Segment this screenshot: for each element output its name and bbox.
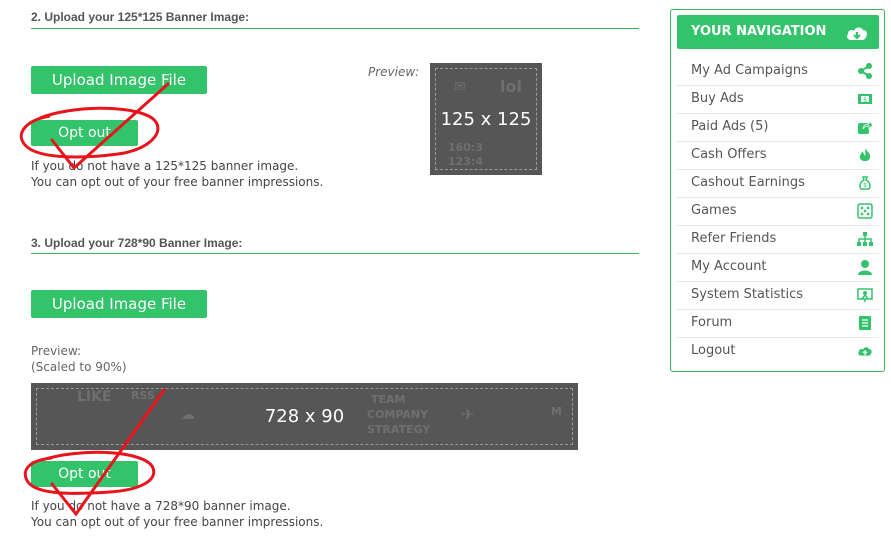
nav-item-label: Buy Ads bbox=[691, 91, 744, 106]
money-bag-icon: $ bbox=[857, 175, 873, 191]
note-125-line2: You can opt out of your free banner impr… bbox=[31, 175, 324, 189]
nav-item-system-statistics[interactable]: System Statistics bbox=[677, 282, 879, 310]
nav-item-games[interactable]: Games bbox=[677, 198, 879, 226]
nav-item-label: System Statistics bbox=[691, 287, 804, 302]
nav-item-cash-offers[interactable]: Cash Offers bbox=[677, 142, 879, 170]
book-icon bbox=[857, 315, 873, 331]
dice-icon bbox=[857, 203, 873, 219]
share-square-icon bbox=[857, 119, 873, 135]
nav-item-forum[interactable]: Forum bbox=[677, 310, 879, 338]
presentation-icon bbox=[857, 287, 873, 303]
preview-125-label: Preview: bbox=[368, 65, 420, 79]
section-125-title: 2. Upload your 125*125 Banner Image: bbox=[31, 10, 250, 24]
nav-item-label: Forum bbox=[691, 315, 733, 330]
banner-728-size-text: 728 x 90 bbox=[264, 406, 345, 427]
nav-item-label: My Ad Campaigns bbox=[691, 63, 808, 78]
svg-text:$: $ bbox=[863, 182, 867, 189]
navigation-list: My Ad Campaigns Buy Ads $ Paid Ads (5) C… bbox=[677, 58, 879, 366]
nav-item-my-account[interactable]: My Account bbox=[677, 254, 879, 282]
navigation-header: YOUR NAVIGATION bbox=[677, 15, 879, 49]
banner-728-preview: LIKE RSS ☁ TEAM COMPANY STRATEGY ✈ M 728… bbox=[31, 383, 578, 450]
sitemap-icon bbox=[857, 231, 873, 247]
preview-728-scale: (Scaled to 90%) bbox=[31, 360, 127, 374]
share-icon bbox=[857, 63, 873, 79]
navigation-header-label: YOUR NAVIGATION bbox=[691, 24, 827, 39]
nav-item-refer-friends[interactable]: Refer Friends bbox=[677, 226, 879, 254]
nav-item-label: Games bbox=[691, 203, 737, 218]
nav-item-my-ad-campaigns[interactable]: My Ad Campaigns bbox=[677, 58, 879, 86]
user-icon bbox=[857, 259, 873, 275]
upload-125-button[interactable]: Upload Image File bbox=[31, 66, 207, 94]
nav-item-paid-ads[interactable]: Paid Ads (5) bbox=[677, 114, 879, 142]
section-divider bbox=[31, 253, 639, 254]
nav-item-label: Logout bbox=[691, 343, 736, 358]
nav-item-buy-ads[interactable]: Buy Ads $ bbox=[677, 86, 879, 114]
nav-item-label: My Account bbox=[691, 259, 767, 274]
cloud-upload-icon bbox=[857, 343, 873, 359]
cloud-download-icon bbox=[845, 22, 869, 56]
nav-item-cashout-earnings[interactable]: Cashout Earnings $ bbox=[677, 170, 879, 198]
money-icon: $ bbox=[857, 91, 873, 107]
nav-item-label: Cashout Earnings bbox=[691, 175, 805, 190]
navigation-panel: YOUR NAVIGATION My Ad Campaigns Buy Ads … bbox=[670, 9, 885, 372]
note-125-line1: If you do not have a 125*125 banner imag… bbox=[31, 159, 299, 173]
section-728-title: 3. Upload your 728*90 Banner Image: bbox=[31, 236, 243, 250]
note-728-line2: You can opt out of your free banner impr… bbox=[31, 515, 324, 529]
nav-item-label: Paid Ads (5) bbox=[691, 119, 769, 134]
opt-out-125-button[interactable]: Opt out bbox=[31, 120, 138, 146]
banner-125-size-text: 125 x 125 bbox=[440, 108, 532, 130]
opt-out-728-button[interactable]: Opt out bbox=[31, 461, 138, 487]
note-728-line1: If you do not have a 728*90 banner image… bbox=[31, 499, 291, 513]
preview-728-label: Preview: bbox=[31, 344, 82, 358]
nav-item-logout[interactable]: Logout bbox=[677, 338, 879, 366]
svg-text:$: $ bbox=[863, 97, 867, 104]
nav-item-label: Cash Offers bbox=[691, 147, 767, 162]
upload-728-button[interactable]: Upload Image File bbox=[31, 290, 207, 318]
banner-125-preview: ✉ lol 160:3 123:4 125 x 125 bbox=[430, 63, 542, 175]
fire-icon bbox=[857, 147, 873, 163]
section-divider bbox=[31, 28, 639, 29]
nav-item-label: Refer Friends bbox=[691, 231, 777, 246]
